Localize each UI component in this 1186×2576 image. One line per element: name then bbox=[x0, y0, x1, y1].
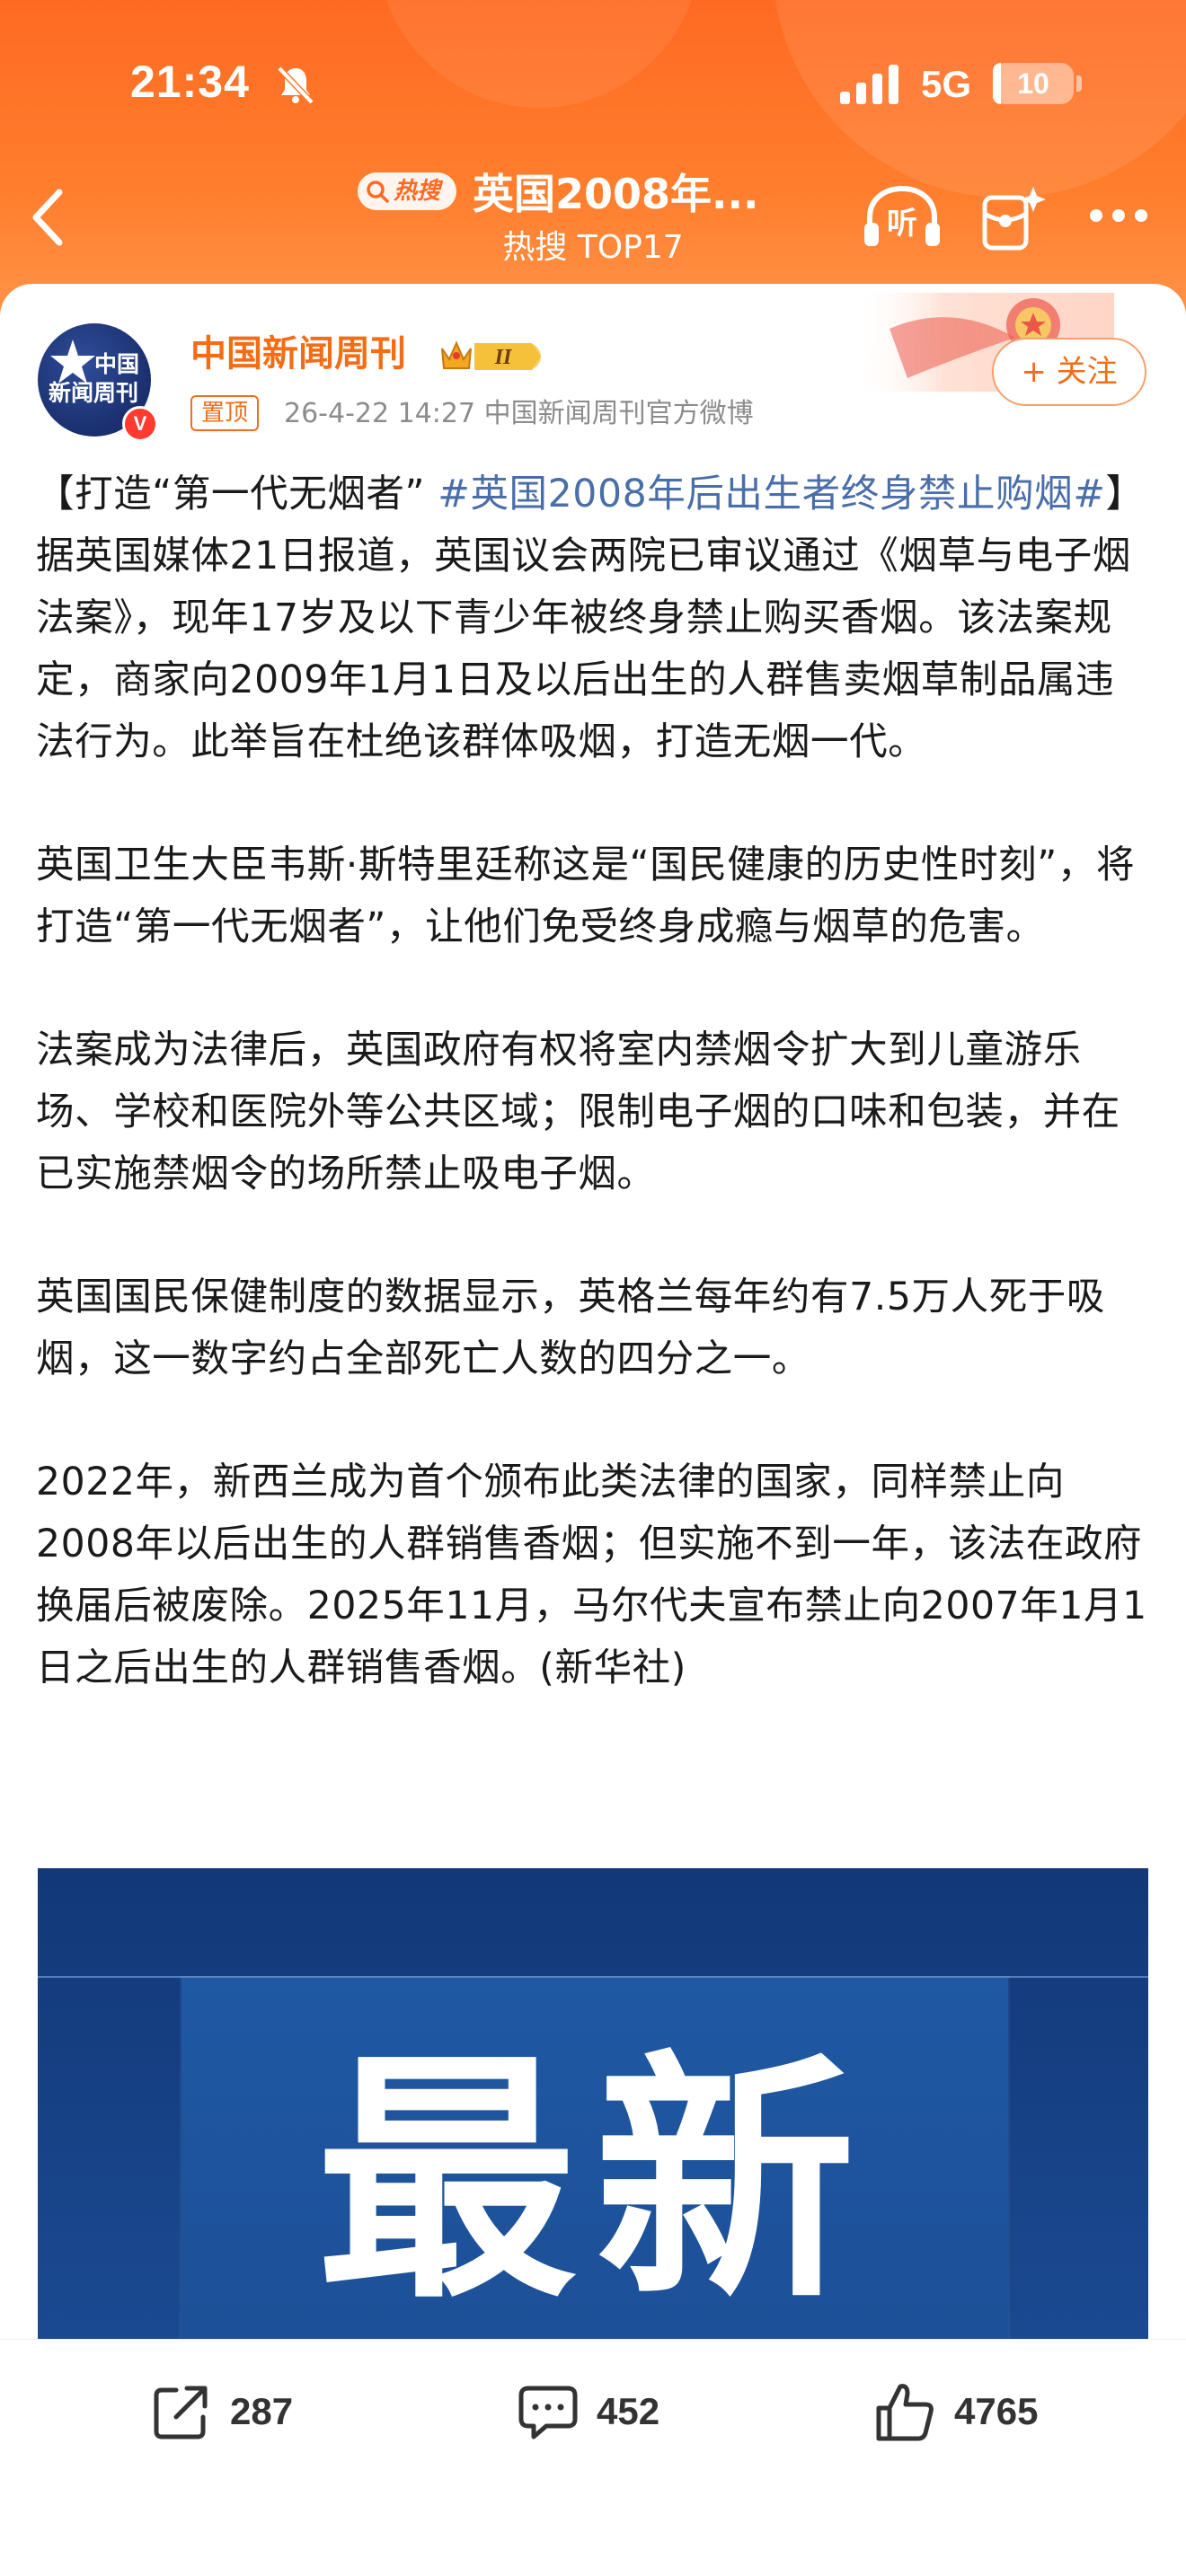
post-paragraph: 【打造“第一代无烟者” #英国2008年后出生者终身禁止购烟#】据英国媒体21日… bbox=[36, 463, 1150, 773]
battery-indicator: 10 bbox=[993, 63, 1074, 104]
avatar-text: 新闻周刊 bbox=[48, 380, 138, 406]
like-count: 4765 bbox=[954, 2390, 1039, 2432]
comment-icon bbox=[518, 2386, 578, 2439]
verified-badge: V bbox=[122, 406, 158, 442]
repost-icon bbox=[154, 2386, 208, 2439]
post-text: 【打造“第一代无烟者” bbox=[36, 472, 438, 516]
nav-bar: 热搜 英国2008年... 热搜 TOP17 听 bbox=[0, 162, 1186, 287]
repost-count: 287 bbox=[230, 2390, 294, 2432]
follow-button[interactable]: + 关注 bbox=[992, 338, 1146, 406]
like-button[interactable]: 4765 bbox=[873, 2370, 1080, 2451]
hot-search-badge[interactable]: 热搜 bbox=[358, 172, 456, 210]
image-headline: 最新 bbox=[316, 2031, 873, 2333]
pinned-tag: 置顶 bbox=[190, 395, 260, 431]
repost-button[interactable]: 287 bbox=[149, 2370, 338, 2451]
comment-count: 452 bbox=[597, 2390, 660, 2432]
post-image[interactable]: 最新 bbox=[38, 1868, 1148, 2341]
search-icon bbox=[367, 181, 389, 203]
listen-icon[interactable]: 听 bbox=[863, 183, 942, 250]
network-type: 5G bbox=[921, 63, 972, 105]
comment-button[interactable]: 452 bbox=[516, 2370, 704, 2451]
battery-level: 10 bbox=[1017, 67, 1049, 100]
page-title: 英国2008年... bbox=[473, 170, 759, 218]
weibo-post-screen: 21:34 5G 10 热搜 英国2008年... 热搜 TOP17 听 中国 … bbox=[0, 0, 1186, 2576]
mute-icon bbox=[277, 66, 314, 105]
post-paragraph: 法案成为法律后，英国政府有权将室内禁烟令扩大到儿童游乐场、学校和医院外等公共区域… bbox=[36, 1028, 1120, 1196]
like-icon bbox=[876, 2384, 934, 2441]
vip-level: II bbox=[494, 346, 513, 369]
red-packet-icon[interactable] bbox=[978, 181, 1049, 253]
more-icon[interactable] bbox=[1087, 207, 1150, 225]
post-card: 中国 新闻周刊 V 中国新闻周刊 II 置顶 26-4-22 14:27 中国新… bbox=[0, 284, 1186, 2341]
status-time: 21:34 bbox=[130, 57, 250, 107]
listen-label: 听 bbox=[887, 206, 917, 242]
hashtag-link[interactable]: #英国2008年后出生者终身禁止购烟# bbox=[438, 472, 1105, 516]
avatar-text: 中国 bbox=[93, 351, 139, 377]
author-name[interactable]: 中国新闻周刊 bbox=[190, 331, 406, 377]
vip-badge[interactable]: II bbox=[438, 336, 544, 375]
post-body: 【打造“第一代无烟者” #英国2008年后出生者终身禁止购烟#】据英国媒体21日… bbox=[36, 463, 1150, 1699]
status-bar: 21:34 5G 10 bbox=[0, 0, 1186, 162]
battery-cap bbox=[1076, 75, 1082, 92]
post-paragraph: 英国国民保健制度的数据显示，英格兰每年约有7.5万人死于吸烟，这一数字约占全部死… bbox=[36, 1275, 1105, 1381]
post-paragraph: 2022年，新西兰成为首个颁布此类法律的国家，同样禁止向2008年以后出生的人群… bbox=[36, 1460, 1147, 1690]
post-meta: 26-4-22 14:27 中国新闻周刊官方微博 bbox=[284, 398, 754, 429]
hot-badge-label: 热搜 bbox=[394, 178, 441, 205]
action-bar: 287 452 4765 bbox=[0, 2339, 1186, 2576]
post-paragraph: 英国卫生大臣韦斯·斯特里廷称这是“国民健康的历史性时刻”，将打造“第一代无烟者”… bbox=[36, 843, 1136, 949]
signal-icon bbox=[840, 65, 898, 104]
